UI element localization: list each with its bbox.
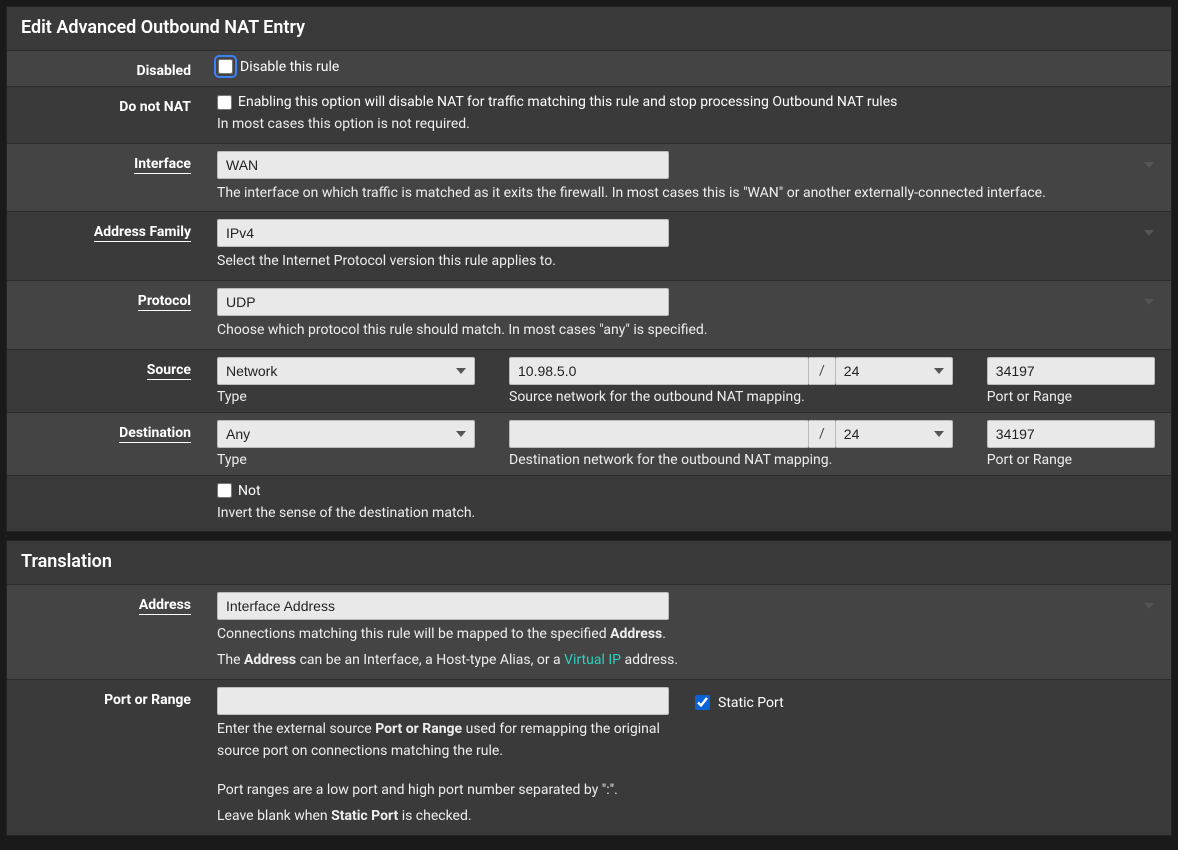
slash-separator: / <box>809 420 835 448</box>
label-trans-address: Address <box>139 597 191 615</box>
trans-port-input[interactable] <box>217 687 669 715</box>
protocol-help: Choose which protocol this rule should m… <box>217 320 1163 342</box>
trans-port-help1: Enter the external source Port or Range … <box>217 719 669 762</box>
label-destination: Destination <box>119 425 191 443</box>
source-type-caption: Type <box>217 389 475 405</box>
source-network-input[interactable] <box>509 357 809 385</box>
destination-net-caption: Destination network for the outbound NAT… <box>509 452 953 468</box>
interface-help: The interface on which traffic is matche… <box>217 183 1163 205</box>
row-interface: Interface WAN The interface on which tra… <box>7 143 1171 212</box>
source-mask-select[interactable]: 24 <box>835 357 953 385</box>
label-trans-port: Port or Range <box>104 692 191 708</box>
disabled-checkbox[interactable] <box>218 59 233 74</box>
destination-type-caption: Type <box>217 452 475 468</box>
destination-network-input[interactable] <box>509 420 809 448</box>
trans-address-help1: Connections matching this rule will be m… <box>217 624 1163 646</box>
donotnat-cb-label: Enabling this option will disable NAT fo… <box>238 94 897 110</box>
destination-type-select[interactable]: Any <box>217 420 475 448</box>
source-port-caption: Port or Range <box>987 389 1155 405</box>
not-checkbox[interactable] <box>217 483 232 498</box>
trans-port-help2: Port ranges are a low port and high port… <box>217 780 1163 802</box>
label-address-family: Address Family <box>94 224 191 242</box>
panel-edit-nat: Edit Advanced Outbound NAT Entry Disable… <box>6 6 1172 532</box>
row-not: Not Invert the sense of the destination … <box>7 475 1171 532</box>
row-source: Source Network Type / 24 Source network … <box>7 349 1171 412</box>
donotnat-help: In most cases this option is not require… <box>217 114 1163 136</box>
source-type-select[interactable]: Network <box>217 357 475 385</box>
slash-separator: / <box>809 357 835 385</box>
checkbox-highlight <box>217 58 234 75</box>
panel-translation: Translation Address Interface Address Co… <box>6 540 1172 835</box>
row-destination: Destination Any Type / 24 Destination ne… <box>7 412 1171 475</box>
destination-port-caption: Port or Range <box>987 452 1155 468</box>
label-protocol: Protocol <box>138 293 191 311</box>
label-disabled: Disabled <box>136 63 191 79</box>
row-disabled: Disabled Disable this rule <box>7 50 1171 86</box>
address-family-help: Select the Internet Protocol version thi… <box>217 251 1163 273</box>
not-help: Invert the sense of the destination matc… <box>217 503 1163 525</box>
trans-address-select[interactable]: Interface Address <box>217 592 669 620</box>
label-source: Source <box>147 362 191 380</box>
label-donotnat: Do not NAT <box>119 99 191 115</box>
protocol-select[interactable]: UDP <box>217 288 669 316</box>
not-cb-label: Not <box>238 483 261 499</box>
row-address-family: Address Family IPv4 Select the Internet … <box>7 211 1171 280</box>
source-net-caption: Source network for the outbound NAT mapp… <box>509 389 953 405</box>
trans-port-help3: Leave blank when Static Port is checked. <box>217 806 1163 828</box>
destination-mask-select[interactable]: 24 <box>835 420 953 448</box>
row-trans-address: Address Interface Address Connections ma… <box>7 584 1171 678</box>
panel-title: Translation <box>7 541 1171 584</box>
donotnat-checkbox[interactable] <box>217 95 232 110</box>
panel-title: Edit Advanced Outbound NAT Entry <box>7 7 1171 50</box>
row-donotnat: Do not NAT Enabling this option will dis… <box>7 86 1171 143</box>
label-interface: Interface <box>134 156 191 174</box>
interface-select[interactable]: WAN <box>217 151 669 179</box>
disabled-cb-label: Disable this rule <box>240 59 339 75</box>
virtual-ip-link[interactable]: Virtual IP <box>564 652 621 668</box>
destination-port-input[interactable] <box>987 420 1155 448</box>
address-family-select[interactable]: IPv4 <box>217 219 669 247</box>
source-port-input[interactable] <box>987 357 1155 385</box>
row-trans-port: Port or Range Static Port Enter the exte… <box>7 679 1171 835</box>
row-protocol: Protocol UDP Choose which protocol this … <box>7 280 1171 349</box>
trans-address-help2: The Address can be an Interface, a Host-… <box>217 650 1163 672</box>
static-port-checkbox[interactable] <box>695 695 710 710</box>
static-port-label: Static Port <box>718 695 784 711</box>
